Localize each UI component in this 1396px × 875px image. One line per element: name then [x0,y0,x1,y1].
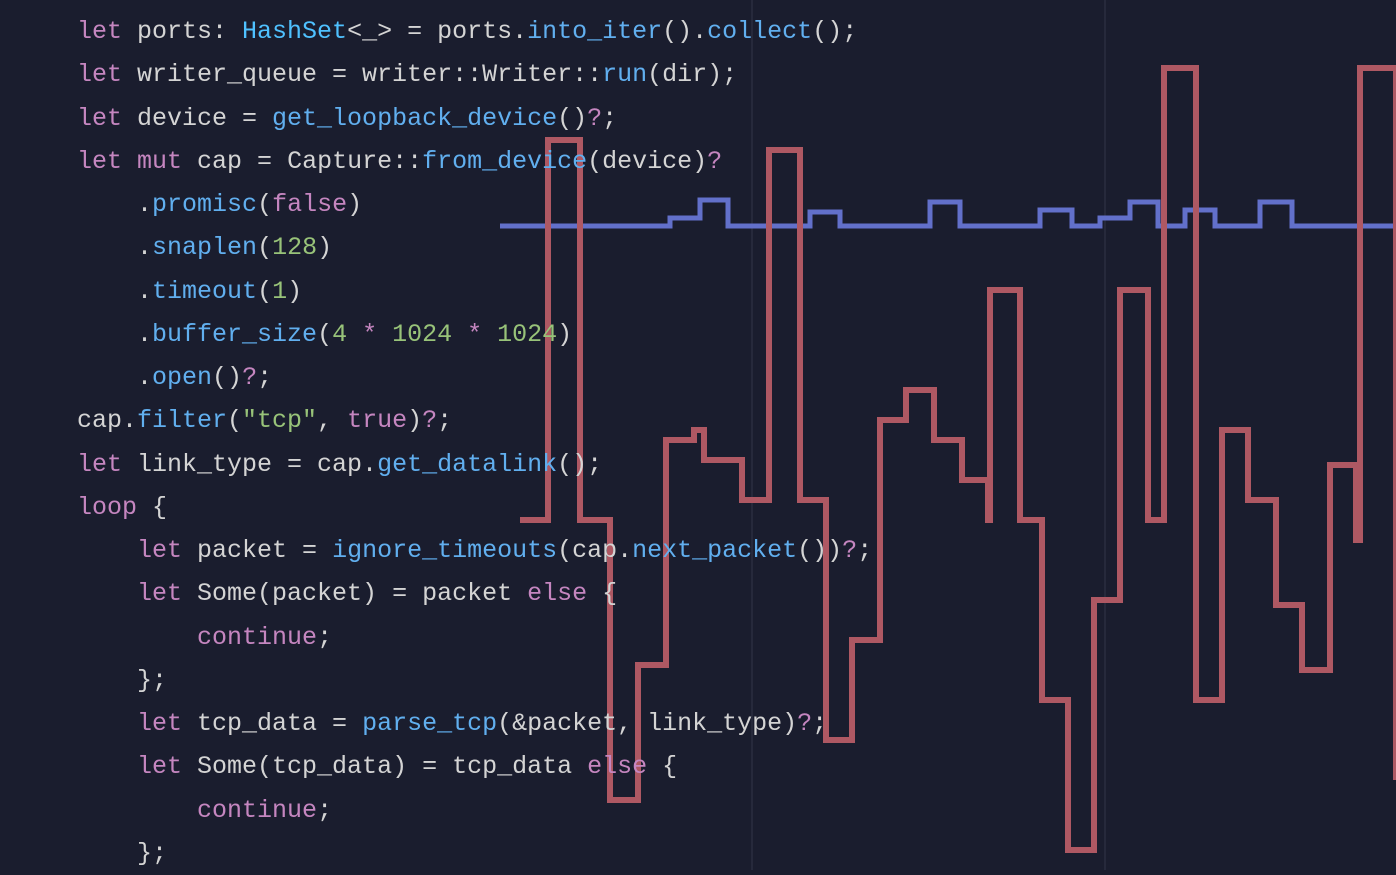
code-line-10: cap.filter("tcp", true)?; [77,399,872,442]
code-line-6: .snaplen(128) [77,226,872,269]
code-line-13: let packet = ignore_timeouts(cap.next_pa… [77,529,872,572]
code-editor: let ports: HashSet<_> = ports.into_iter(… [77,10,872,875]
code-line-15: continue; [77,616,872,659]
code-line-2: let writer_queue = writer::Writer::run(d… [77,53,872,96]
code-line-19: continue; [77,789,872,832]
code-line-17: let tcp_data = parse_tcp(&packet, link_t… [77,702,872,745]
code-line-20: }; [77,832,872,875]
code-line-7: .timeout(1) [77,270,872,313]
code-line-11: let link_type = cap.get_datalink(); [77,443,872,486]
code-line-3: let device = get_loopback_device()?; [77,97,872,140]
code-line-16: }; [77,659,872,702]
code-line-9: .open()?; [77,356,872,399]
code-line-5: .promisc(false) [77,183,872,226]
code-line-14: let Some(packet) = packet else { [77,572,872,615]
code-line-8: .buffer_size(4 * 1024 * 1024) [77,313,872,356]
code-line-12: loop { [77,486,872,529]
code-line-18: let Some(tcp_data) = tcp_data else { [77,745,872,788]
code-line-1: let ports: HashSet<_> = ports.into_iter(… [77,10,872,53]
code-line-4: let mut cap = Capture::from_device(devic… [77,140,872,183]
